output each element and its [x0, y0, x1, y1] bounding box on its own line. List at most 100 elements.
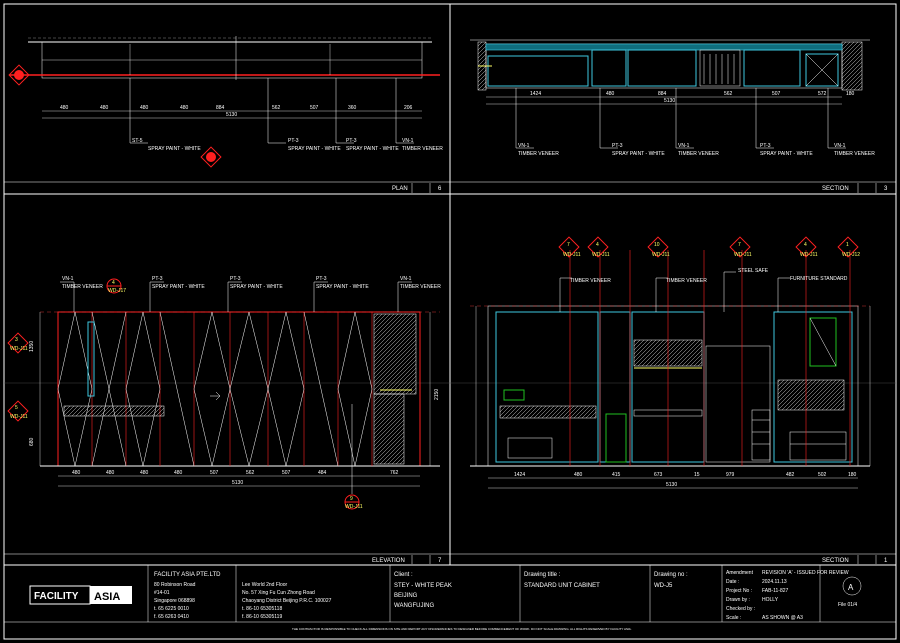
- svg-text:SPRAY PAINT - WHITE: SPRAY PAINT - WHITE: [288, 146, 341, 152]
- view-label-elevation: ELEVATION 7: [372, 555, 442, 564]
- svg-text:File 01/4: File 01/4: [838, 602, 857, 608]
- svg-text:WANGFUJING: WANGFUJING: [394, 603, 434, 609]
- svg-text:TIMBER VENEER: TIMBER VENEER: [678, 151, 719, 157]
- svg-text:VN-1: VN-1: [518, 143, 530, 149]
- svg-text:Checked by :: Checked by :: [726, 606, 755, 612]
- svg-text:SPRAY PAINT - WHITE: SPRAY PAINT - WHITE: [230, 284, 283, 290]
- svg-text:STANDARD UNIT CABINET: STANDARD UNIT CABINET: [524, 583, 600, 589]
- svg-text:7: 7: [567, 242, 570, 248]
- svg-text:TIMBER VENEER: TIMBER VENEER: [570, 278, 611, 284]
- svg-text:Drawn by :: Drawn by :: [726, 597, 750, 603]
- svg-text:f. 65 6263 0410: f. 65 6263 0410: [154, 614, 189, 620]
- plan-view: 480 480 480 480 884 562 507 360 206 5130…: [8, 36, 443, 168]
- svg-text:WD-J11: WD-J11: [563, 252, 581, 258]
- svg-text:562: 562: [724, 91, 733, 97]
- svg-text:762: 762: [390, 470, 399, 476]
- svg-text:507: 507: [310, 105, 319, 111]
- revision-circle: A: [842, 576, 862, 596]
- svg-text:Drawing no :: Drawing no :: [654, 572, 688, 578]
- svg-text:480: 480: [174, 470, 183, 476]
- svg-text:WD-J17: WD-J17: [108, 288, 126, 294]
- svg-text:484: 484: [318, 470, 327, 476]
- svg-text:1424: 1424: [530, 91, 541, 97]
- detail-marker-elev-5: 5 WD-J11: [7, 400, 29, 422]
- svg-text:STEY - WHITE PEAK: STEY - WHITE PEAK: [394, 583, 452, 589]
- drawing-sheet: PLAN 6 SECTION 3 ELEVATION 7 SECTION 1 4…: [3, 3, 897, 640]
- svg-text:680: 680: [29, 437, 35, 446]
- svg-text:FAB-11-827: FAB-11-827: [762, 588, 789, 594]
- svg-text:PT-3: PT-3: [316, 276, 327, 282]
- svg-text:Drawing title :: Drawing title :: [524, 572, 561, 578]
- section-marker-plan-bottom: [200, 146, 222, 168]
- svg-text:480: 480: [574, 472, 583, 478]
- detail-marker-sec-7b: 7 WD-J11: [729, 236, 752, 258]
- svg-text:562: 562: [272, 105, 281, 111]
- svg-text:80 Robinson Road: 80 Robinson Road: [154, 582, 196, 588]
- svg-text:7: 7: [738, 242, 741, 248]
- detail-marker-elev-4: 4 WD-J17: [106, 278, 126, 294]
- svg-text:4: 4: [804, 242, 807, 248]
- svg-text:5130: 5130: [232, 480, 243, 486]
- view-label-plan: PLAN 6: [392, 183, 442, 193]
- svg-text:480: 480: [72, 470, 81, 476]
- svg-text:WD-J11: WD-J11: [345, 504, 363, 510]
- svg-text:1424: 1424: [514, 472, 525, 478]
- detail-marker-sec-10: 10 WD-J11: [647, 236, 670, 258]
- svg-text:7: 7: [438, 558, 442, 564]
- title-block: FACILITY ASIA FACILITY ASIA PTE.LTD 80 R…: [4, 565, 896, 631]
- svg-text:10: 10: [654, 242, 660, 248]
- svg-text:1350: 1350: [29, 341, 35, 352]
- svg-text:ST-5: ST-5: [132, 138, 143, 144]
- svg-text:Lee World 2nd Floor: Lee World 2nd Floor: [242, 582, 288, 588]
- svg-text:Date :: Date :: [726, 579, 739, 585]
- svg-text:t. 65 6225 0010: t. 65 6225 0010: [154, 606, 189, 612]
- svg-text:480: 480: [140, 105, 149, 111]
- svg-text:9: 9: [350, 496, 353, 502]
- svg-text:507: 507: [210, 470, 219, 476]
- svg-text:AS SHOWN @ A3: AS SHOWN @ A3: [762, 615, 803, 621]
- svg-text:PLAN: PLAN: [392, 186, 408, 192]
- detail-marker-sec-1: 1 WD-J12: [837, 236, 860, 258]
- svg-text:480: 480: [60, 105, 69, 111]
- svg-text:BEIJING: BEIJING: [394, 593, 418, 599]
- svg-text:VN-1: VN-1: [834, 143, 846, 149]
- view-label-section-top: SECTION 3: [822, 183, 888, 193]
- svg-text:WD-J11: WD-J11: [652, 252, 670, 258]
- detail-marker-elev-9: 9 WD-J11: [344, 404, 363, 510]
- svg-text:4: 4: [596, 242, 599, 248]
- svg-text:480: 480: [140, 470, 149, 476]
- svg-text:VN-1: VN-1: [62, 276, 74, 282]
- company-logo: FACILITY ASIA: [29, 585, 132, 605]
- svg-text:482: 482: [786, 472, 795, 478]
- detail-marker-elev-3: 3 WD-J11: [7, 332, 29, 354]
- svg-text:ELEVATION: ELEVATION: [372, 558, 405, 564]
- svg-text:REVISION 'A' - ISSUED FOR REVI: REVISION 'A' - ISSUED FOR REVIEW: [762, 570, 849, 576]
- svg-text:979: 979: [726, 472, 735, 478]
- svg-text:ASIA: ASIA: [94, 591, 120, 603]
- svg-text:STEEL SAFE: STEEL SAFE: [738, 268, 769, 274]
- view-label-section-bottom: SECTION 1: [822, 555, 888, 564]
- svg-text:415: 415: [612, 472, 621, 478]
- svg-text:1: 1: [884, 558, 888, 564]
- svg-text:3: 3: [15, 337, 18, 343]
- svg-text:5130: 5130: [666, 482, 677, 488]
- svg-text:VN-1: VN-1: [678, 143, 690, 149]
- svg-text:507: 507: [282, 470, 291, 476]
- elevation-view: 480 480 480 480 507 562 507 484 762 5130…: [7, 276, 441, 510]
- svg-text:480: 480: [100, 105, 109, 111]
- svg-text:Scale :: Scale :: [726, 615, 741, 621]
- svg-text:SPRAY PAINT - WHITE: SPRAY PAINT - WHITE: [152, 284, 205, 290]
- svg-text:THE CONTRACTOR IS RESPONSIBLE: THE CONTRACTOR IS RESPONSIBLE TO CHECK A…: [292, 627, 632, 631]
- svg-text:WD-J11: WD-J11: [592, 252, 610, 258]
- svg-text:4: 4: [112, 280, 115, 286]
- svg-text:#14-01: #14-01: [154, 590, 170, 596]
- svg-text:PT-3: PT-3: [230, 276, 241, 282]
- svg-text:502: 502: [818, 472, 827, 478]
- svg-text:Project No :: Project No :: [726, 588, 752, 594]
- svg-text:15: 15: [694, 472, 700, 478]
- detail-marker-sec-4a: 4 WD-J11: [587, 236, 610, 258]
- svg-text:SPRAY PAINT - WHITE: SPRAY PAINT - WHITE: [612, 151, 665, 157]
- svg-text:FACILITY ASIA PTE.LTD: FACILITY ASIA PTE.LTD: [154, 572, 221, 578]
- svg-text:180: 180: [846, 91, 855, 97]
- svg-text:572: 572: [818, 91, 827, 97]
